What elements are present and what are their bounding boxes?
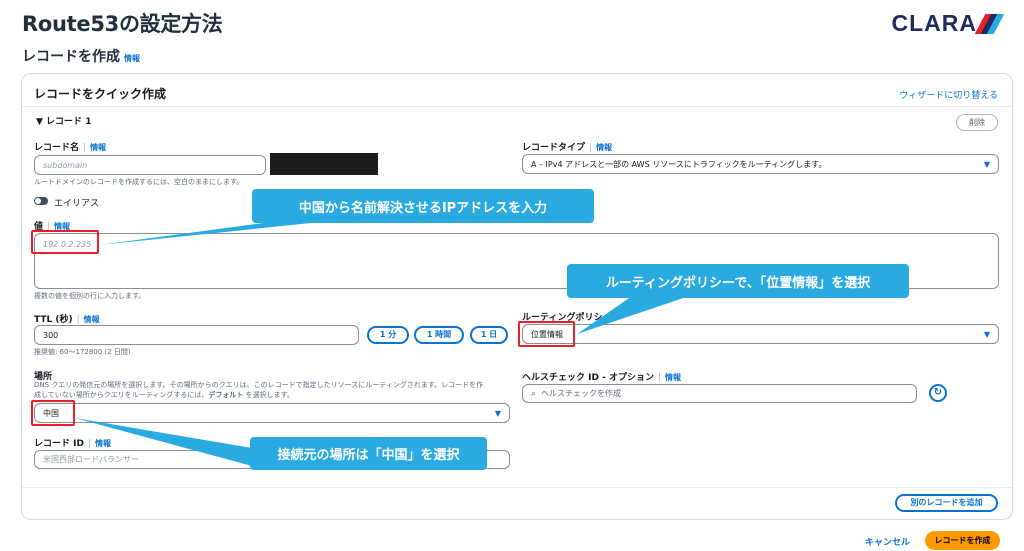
callout-location-pointer [75, 418, 252, 466]
callout-routing-policy: ルーティングポリシーで、「位置情報」を選択 [567, 264, 909, 298]
callout-location: 接続元の場所は「中国」を選択 [250, 437, 487, 470]
callout-policy-pointer [577, 294, 695, 334]
callout-ip: 中国から名前解決させるIPアドレスを入力 [252, 189, 594, 223]
